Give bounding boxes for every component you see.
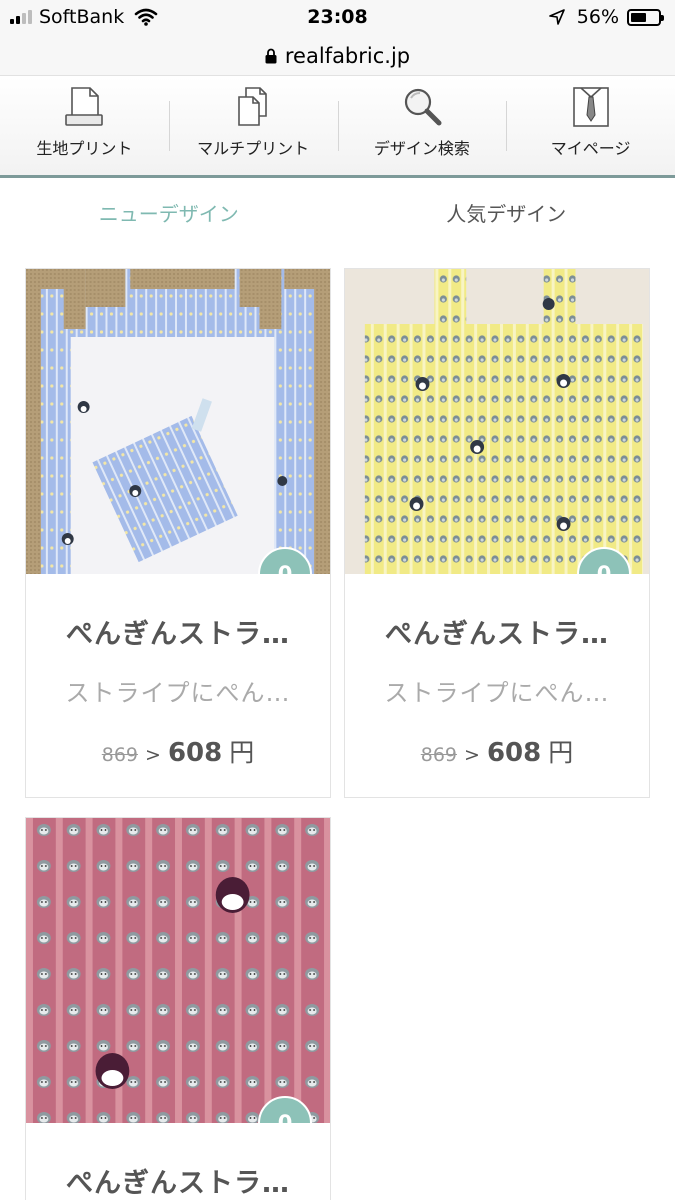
yellow-penguin-tote-image [345,269,649,574]
battery-percent: 56% [576,6,619,28]
chevron-right-icon: > [464,744,480,766]
multi-print-icon [238,87,267,126]
product-price: 869 > 608 円 [345,733,649,769]
url-text: realfabric.jp [284,43,411,68]
pink-penguin-fabric-image [26,818,330,1123]
status-bar: SoftBank 23:08 56% [0,0,675,36]
tab-new-design[interactable]: ニューデザイン [0,181,338,247]
shirt-tie-icon [572,87,609,127]
sale-price: 608 [167,738,223,768]
main-nav: 生地プリント マルチプリント デザイン検索 マイページ [0,77,675,178]
currency-unit: 円 [229,738,255,767]
product-photo[interactable]: 0 [345,269,649,574]
status-right: 56% [548,6,664,28]
product-title: ぺんぎんストラ… [385,619,609,650]
blue-penguin-tote-image [26,269,330,574]
battery-icon [627,8,664,26]
address-bar[interactable]: realfabric.jp [0,36,675,76]
nav-item-multi-print[interactable]: マルチプリント [168,77,338,175]
product-card[interactable]: 0 ぺんぎんストラ… [25,817,331,1200]
nav-label: マイページ [550,139,631,158]
product-photo[interactable]: 0 [26,818,330,1123]
original-price: 869 [420,744,458,766]
sale-price: 608 [486,738,542,768]
product-photo[interactable]: 0 [26,269,330,574]
fabric-print-icon [65,87,104,126]
chevron-right-icon: > [145,744,161,766]
currency-unit: 円 [548,738,574,767]
tab-popular-design[interactable]: 人気デザイン [338,181,675,247]
product-price: 869 > 608 円 [26,733,330,769]
product-card[interactable]: 0 ぺんぎんストラ… ストライプにぺん… 869 > 608 円 [25,268,331,798]
search-icon [404,88,442,126]
nav-label: デザイン検索 [373,139,470,158]
product-description: ストライプにぺん… [65,679,291,703]
nav-label: マルチプリント [197,139,310,158]
design-tabs: ニューデザイン 人気デザイン [0,181,675,247]
lock-icon [265,48,277,63]
nav-label: 生地プリント [36,139,133,158]
nav-item-my-page[interactable]: マイページ [506,77,675,175]
product-description: ストライプにぺん… [384,679,610,703]
nav-item-fabric-print[interactable]: 生地プリント [0,77,169,175]
product-title: ぺんぎんストラ… [66,1168,290,1199]
product-title: ぺんぎんストラ… [66,619,290,650]
product-card[interactable]: 0 ぺんぎんストラ… ストライプにぺん… 869 > 608 円 [344,268,650,798]
nav-item-design-search[interactable]: デザイン検索 [337,77,507,175]
original-price: 869 [101,744,139,766]
location-arrow-icon [548,9,565,25]
